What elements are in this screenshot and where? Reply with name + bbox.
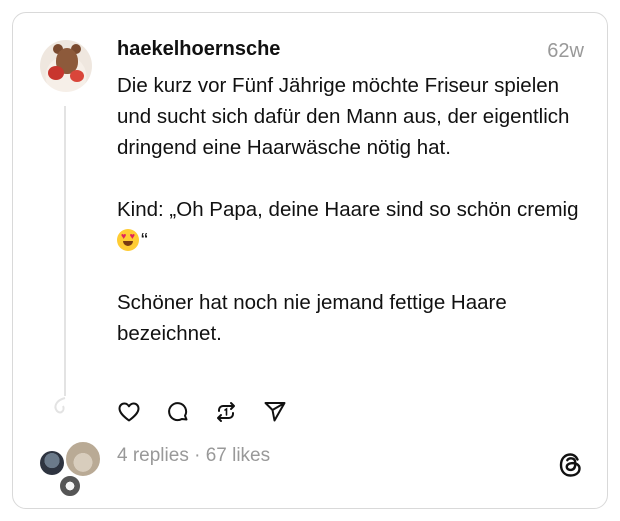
threads-logo-icon[interactable] [556,450,586,480]
replier-avatar[interactable] [58,474,82,498]
reply-button[interactable] [165,399,191,425]
engagement-stats[interactable]: 4 replies · 67 likes [117,445,270,467]
post-text-part1: Die kurz vor Fünf Jährige möchte Friseur… [117,74,579,221]
like-button[interactable] [116,399,142,425]
replier-avatar[interactable] [64,440,102,478]
repost-button[interactable] [213,399,239,425]
avatar[interactable] [40,40,92,92]
username[interactable]: haekelhoernsche [117,38,280,61]
heart-eyes-emoji-icon [117,229,139,251]
post-text-part2: “ Schöner hat noch nie jemand fettige Ha… [117,229,507,345]
thread-line [64,106,66,396]
share-button[interactable] [262,399,288,425]
thread-loop-icon [54,397,66,414]
post-text: Die kurz vor Fünf Jährige möchte Friseur… [117,70,587,349]
comment-icon [168,402,188,422]
replier-avatar[interactable] [40,451,64,475]
repost-icon [217,402,235,422]
send-icon [264,402,286,422]
heart-icon [118,402,140,422]
post-time[interactable]: 62w [547,40,584,63]
